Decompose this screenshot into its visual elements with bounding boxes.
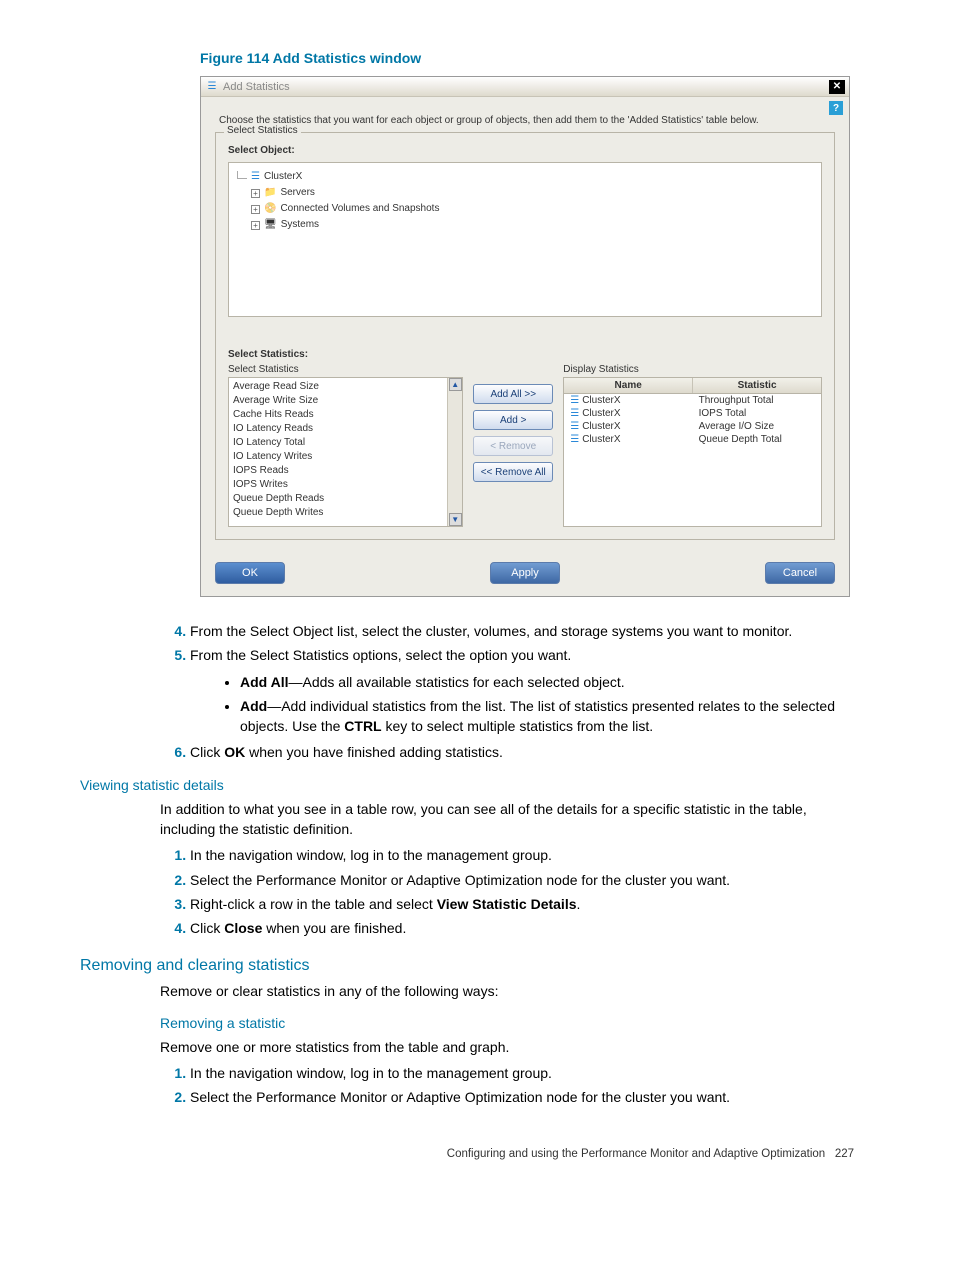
- cluster-icon: ☰: [251, 169, 260, 185]
- available-statistics-list[interactable]: Average Read Size Average Write Size Cac…: [228, 377, 463, 527]
- fieldset-legend: Select Statistics: [224, 125, 301, 136]
- list-item[interactable]: Cache Hits Reads: [233, 408, 444, 422]
- remove-button[interactable]: < Remove: [473, 436, 553, 456]
- select-object-label: Select Object:: [228, 143, 822, 158]
- heading-removing: Removing and clearing statistics: [80, 957, 864, 975]
- add-all-button[interactable]: Add All >>: [473, 384, 553, 404]
- list-item[interactable]: IO Latency Total: [233, 436, 444, 450]
- list-item[interactable]: IOPS Writes: [233, 478, 444, 492]
- col-statistic[interactable]: Statistic: [693, 378, 821, 393]
- object-tree[interactable]: ☰ ClusterX + 📁 Servers + 📀 Connected Vol…: [228, 162, 822, 317]
- list-item[interactable]: IO Latency Writes: [233, 450, 444, 464]
- table-row[interactable]: ☰ClusterX Throughput Total: [564, 394, 821, 407]
- figure-caption: Figure 114 Add Statistics window: [80, 50, 874, 66]
- tree-root[interactable]: ClusterX: [264, 169, 302, 185]
- viewing-step-3: Right-click a row in the table and selec…: [190, 894, 864, 914]
- cluster-icon: ☰: [570, 395, 579, 406]
- list-item[interactable]: Queue Depth Reads: [233, 492, 444, 506]
- window-title: Add Statistics: [223, 81, 829, 93]
- expand-icon[interactable]: +: [251, 221, 260, 230]
- step-5b: Add—Add individual statistics from the l…: [240, 696, 864, 737]
- scroll-down-icon[interactable]: ▼: [449, 513, 462, 526]
- removing-step-1: In the navigation window, log in to the …: [190, 1063, 864, 1083]
- list-item[interactable]: IO Latency Reads: [233, 422, 444, 436]
- add-button[interactable]: Add >: [473, 410, 553, 430]
- doc-body: From the Select Object list, select the …: [80, 621, 874, 1108]
- removing-intro: Remove or clear statistics in any of the…: [160, 981, 864, 1001]
- viewing-intro: In addition to what you see in a table r…: [160, 799, 864, 840]
- step-5: From the Select Statistics options, sele…: [190, 645, 864, 736]
- removing-step-2: Select the Performance Monitor or Adapti…: [190, 1087, 864, 1107]
- close-icon[interactable]: ✕: [829, 80, 845, 94]
- list-item[interactable]: Average Read Size: [233, 380, 444, 394]
- add-statistics-window: ☰ Add Statistics ✕ ? Choose the statisti…: [200, 76, 850, 597]
- cluster-icon: ☰: [570, 434, 579, 445]
- added-statistics-table[interactable]: Name Statistic ☰ClusterX Throughput Tota…: [563, 377, 822, 527]
- select-statistics-fieldset: Select Statistics Select Object: ☰ Clust…: [215, 132, 835, 540]
- heading-viewing: Viewing statistic details: [80, 777, 864, 793]
- scroll-up-icon[interactable]: ▲: [449, 378, 462, 391]
- step-4: From the Select Object list, select the …: [190, 621, 864, 641]
- scrollbar[interactable]: ▲ ▼: [447, 378, 462, 526]
- select-statistics-label: Select Statistics:: [228, 347, 822, 362]
- viewing-step-4: Click Close when you are finished.: [190, 918, 864, 938]
- step-6: Click OK when you have finished adding s…: [190, 742, 864, 762]
- tree-item-servers[interactable]: Servers: [280, 185, 314, 201]
- heading-removing-statistic: Removing a statistic: [160, 1015, 864, 1031]
- remove-all-button[interactable]: << Remove All: [473, 462, 553, 482]
- step-5a: Add All—Adds all available statistics fo…: [240, 672, 864, 692]
- left-list-caption: Select Statistics: [228, 362, 463, 377]
- help-icon[interactable]: ?: [829, 101, 843, 115]
- expand-icon[interactable]: +: [251, 189, 260, 198]
- removing-sub-intro: Remove one or more statistics from the t…: [160, 1037, 864, 1057]
- cancel-button[interactable]: Cancel: [765, 562, 835, 584]
- ok-button[interactable]: OK: [215, 562, 285, 584]
- servers-icon: 📁: [264, 185, 276, 201]
- list-item[interactable]: IOPS Reads: [233, 464, 444, 478]
- window-icon: ☰: [205, 80, 219, 94]
- right-list-caption: Display Statistics: [563, 362, 822, 377]
- expand-icon[interactable]: +: [251, 205, 260, 214]
- list-item[interactable]: Queue Depth Writes: [233, 506, 444, 520]
- cluster-icon: ☰: [570, 408, 579, 419]
- apply-button[interactable]: Apply: [490, 562, 560, 584]
- table-row[interactable]: ☰ClusterX Queue Depth Total: [564, 433, 821, 446]
- table-row[interactable]: ☰ClusterX Average I/O Size: [564, 420, 821, 433]
- viewing-step-1: In the navigation window, log in to the …: [190, 845, 864, 865]
- list-item[interactable]: Average Write Size: [233, 394, 444, 408]
- systems-icon: 🖥: [264, 217, 277, 233]
- volumes-icon: 📀: [264, 201, 276, 217]
- tree-item-volumes[interactable]: Connected Volumes and Snapshots: [280, 201, 439, 217]
- cluster-icon: ☰: [570, 421, 579, 432]
- tree-item-systems[interactable]: Systems: [281, 217, 319, 233]
- table-row[interactable]: ☰ClusterX IOPS Total: [564, 407, 821, 420]
- titlebar: ☰ Add Statistics ✕: [201, 77, 849, 97]
- viewing-step-2: Select the Performance Monitor or Adapti…: [190, 870, 864, 890]
- page-footer: Configuring and using the Performance Mo…: [80, 1148, 874, 1160]
- col-name[interactable]: Name: [564, 378, 693, 393]
